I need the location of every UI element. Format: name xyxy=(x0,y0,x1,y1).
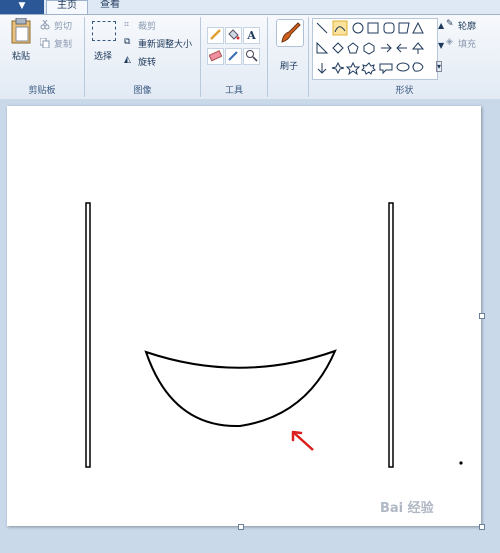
divider xyxy=(267,17,268,97)
resize-button[interactable]: 重新调整大小 xyxy=(138,37,192,50)
scissors-icon xyxy=(40,19,50,33)
resize-handle-bottom[interactable] xyxy=(238,524,244,530)
clipboard-group-label: 剪贴板 xyxy=(28,86,56,96)
app-menu-button[interactable]: ▼ xyxy=(0,0,44,14)
gallery-down-icon[interactable]: ▼ xyxy=(438,41,444,50)
fill-button[interactable]: 填充 xyxy=(458,37,476,50)
resize-handle-corner[interactable] xyxy=(479,524,485,530)
image-group-label: 图像 xyxy=(133,86,152,96)
resize-handle-right[interactable] xyxy=(479,313,485,319)
ribbon: 粘贴 剪切 复制 剪贴板 选择 ⌗ 裁剪 ⧉ 重新调整大小 ◭ 旋转 图像 A … xyxy=(0,14,500,100)
outline-button[interactable]: 轮廓 xyxy=(458,19,476,32)
select-button[interactable]: 选择 xyxy=(94,49,112,62)
crop-button[interactable]: 裁剪 xyxy=(138,19,156,32)
pencil-icon[interactable] xyxy=(207,27,224,44)
tab-view[interactable]: 查看 xyxy=(90,0,130,14)
paste-button[interactable]: 粘贴 xyxy=(12,49,30,62)
select-icon[interactable] xyxy=(92,21,116,41)
tab-bar: ▼ 主页 查看 xyxy=(0,0,500,15)
brushes-button[interactable]: 刷子 xyxy=(280,59,298,72)
watermark: Bai 经验 xyxy=(380,501,434,516)
copy-icon xyxy=(39,37,50,51)
shapes-gallery[interactable] xyxy=(312,18,438,80)
brush-icon[interactable] xyxy=(276,19,304,47)
fill-icon: ◈ xyxy=(446,37,453,47)
text-tool-icon[interactable]: A xyxy=(243,27,260,44)
outline-icon: ✎ xyxy=(446,19,454,29)
paste-icon[interactable] xyxy=(10,17,32,44)
fill-bucket-icon[interactable] xyxy=(225,27,242,44)
right-vertical-bar xyxy=(388,202,394,468)
left-vertical-bar xyxy=(85,202,91,468)
tools-group-label: 工具 xyxy=(224,86,243,96)
color-picker-icon[interactable] xyxy=(225,48,242,65)
cut-button[interactable]: 剪切 xyxy=(54,19,72,32)
magnifier-icon[interactable] xyxy=(243,48,260,65)
bowl-shape xyxy=(144,349,337,428)
tab-home[interactable]: 主页 xyxy=(46,0,88,15)
red-arrow-icon xyxy=(291,430,314,451)
shapes-group-label: 形状 xyxy=(395,86,414,96)
crop-icon: ⌗ xyxy=(124,20,130,30)
workspace xyxy=(0,99,500,553)
copy-button[interactable]: 复制 xyxy=(54,37,72,50)
gallery-expand-icon[interactable]: ▾ xyxy=(436,61,443,72)
rotate-button[interactable]: 旋转 xyxy=(138,55,156,68)
eraser-icon[interactable] xyxy=(207,48,224,65)
rotate-icon: ◭ xyxy=(124,55,131,65)
gallery-up-icon[interactable]: ▲ xyxy=(438,21,444,30)
drawing-canvas[interactable] xyxy=(7,106,481,526)
resize-icon: ⧉ xyxy=(124,37,131,47)
dot-mark xyxy=(459,461,463,465)
